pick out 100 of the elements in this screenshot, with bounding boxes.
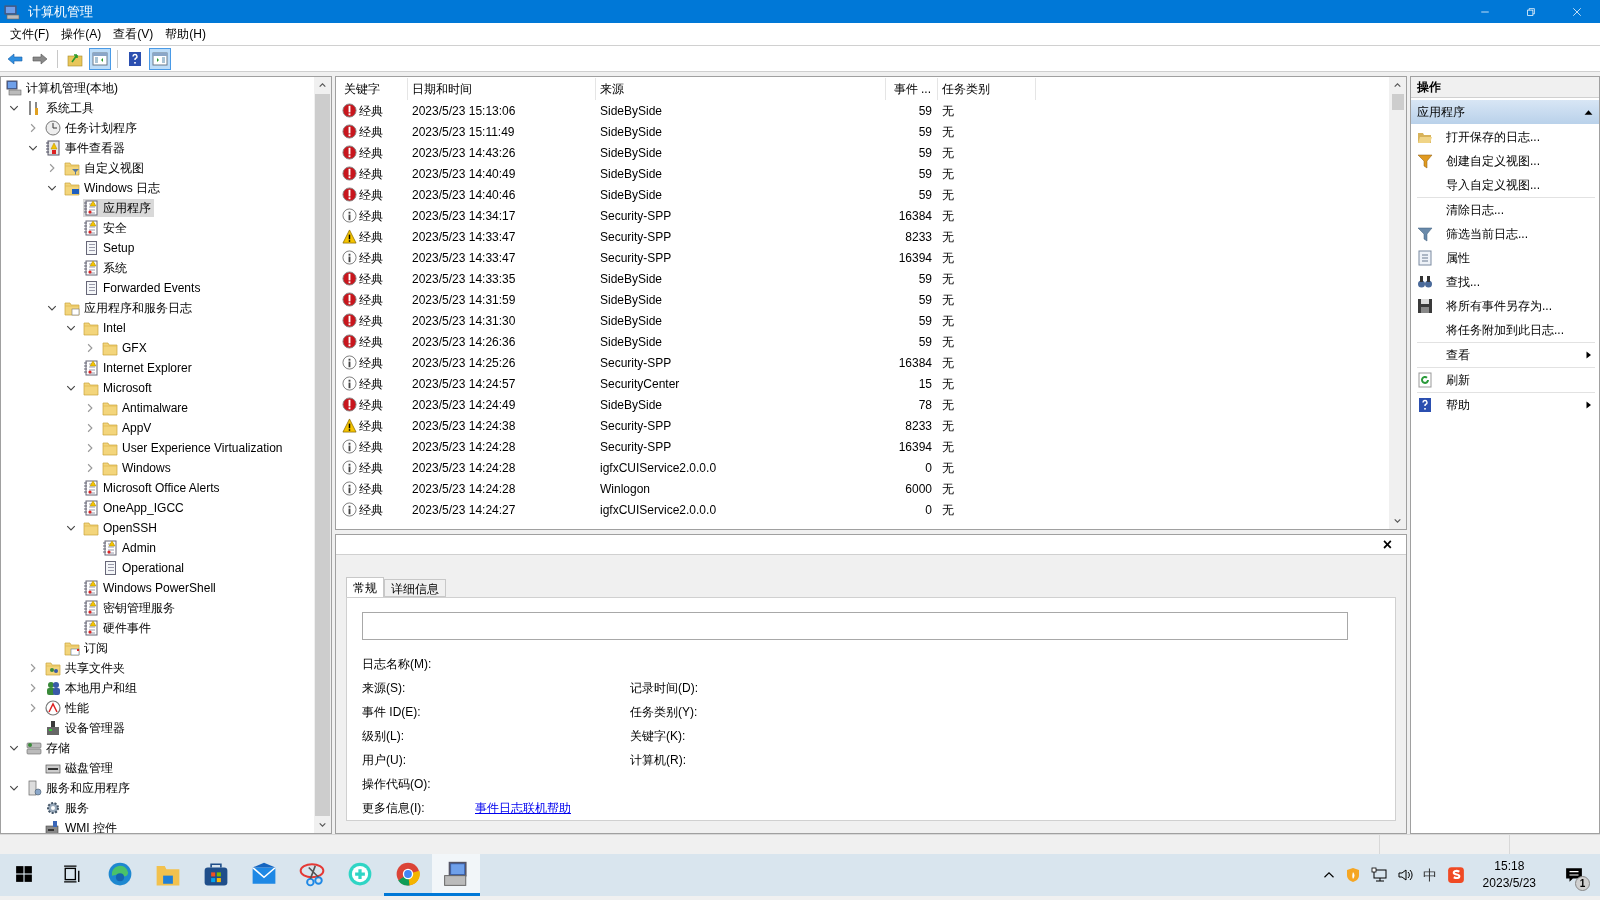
chevron-down-icon[interactable] xyxy=(66,383,76,393)
tab[interactable]: 常规 xyxy=(346,577,384,598)
chevron-right-icon[interactable] xyxy=(28,683,38,693)
tree-item[interactable]: 共享文件夹 xyxy=(45,659,128,677)
tree-item[interactable]: 应用程序和服务日志 xyxy=(64,299,195,317)
notification-button[interactable]: 1 xyxy=(1554,855,1594,895)
scrollbar[interactable] xyxy=(1389,77,1406,529)
column-header[interactable]: 事件 ... xyxy=(886,78,938,100)
tree-item[interactable]: 密钥管理服务 xyxy=(83,599,178,617)
tree-item[interactable]: 服务 xyxy=(45,799,92,817)
tree-item[interactable]: 计算机管理(本地) xyxy=(6,79,121,97)
tree-item[interactable]: Windows xyxy=(102,459,174,477)
network-icon[interactable] xyxy=(1370,867,1387,883)
input-method-icon[interactable] xyxy=(1446,866,1465,884)
tree-item[interactable]: 系统 xyxy=(83,259,130,277)
ime-indicator[interactable]: 中 xyxy=(1422,864,1437,886)
taskbar-button[interactable] xyxy=(432,854,480,896)
chevron-right-icon[interactable] xyxy=(47,163,57,173)
section-header[interactable]: 应用程序 xyxy=(1411,100,1599,124)
tree-item[interactable]: 磁盘管理 xyxy=(45,759,116,777)
tree-item[interactable]: Operational xyxy=(102,559,188,577)
chevron-down-icon[interactable] xyxy=(9,743,19,753)
menu-item[interactable]: 操作(A) xyxy=(55,24,108,44)
action-item[interactable]: 属性 xyxy=(1411,246,1599,270)
device-icon xyxy=(45,720,61,736)
column-header[interactable]: 来源 xyxy=(596,78,886,100)
action-item[interactable]: 打开保存的日志... xyxy=(1411,125,1599,149)
tree-item[interactable]: WMI 控件 xyxy=(45,819,120,833)
chevron-down-icon[interactable] xyxy=(9,103,19,113)
tree-item[interactable]: 系统工具 xyxy=(26,99,97,117)
tree-item[interactable]: 应用程序 xyxy=(83,199,154,217)
chevron-down-icon[interactable] xyxy=(9,783,19,793)
tree-item[interactable]: Forwarded Events xyxy=(83,279,204,297)
volume-icon[interactable] xyxy=(1396,867,1413,883)
table-cell-text: 59 xyxy=(917,312,933,330)
column-header[interactable]: 日期和时间 xyxy=(408,78,596,100)
tree-item[interactable]: Antimalware xyxy=(102,399,192,417)
tree-item[interactable]: Internet Explorer xyxy=(83,359,195,377)
chevron-right-icon[interactable] xyxy=(28,703,38,713)
scrollbar-thumb[interactable] xyxy=(315,94,330,816)
clock[interactable]: 15:18 2023/5/23 xyxy=(1474,858,1544,892)
action-item[interactable]: 将所有事件另存为... xyxy=(1411,294,1599,318)
tree-item[interactable]: 性能 xyxy=(45,699,92,717)
menu-item[interactable]: 文件(F) xyxy=(4,24,56,44)
tree-item[interactable]: Intel xyxy=(83,319,129,337)
tree-item[interactable]: 硬件事件 xyxy=(83,619,154,637)
tree-item[interactable]: 安全 xyxy=(83,219,130,237)
action-item[interactable]: 将任务附加到此日志... xyxy=(1411,318,1599,342)
gear-icon xyxy=(45,800,61,816)
tree-item[interactable]: Setup xyxy=(83,239,138,257)
action-item[interactable]: 筛选当前日志... xyxy=(1411,222,1599,246)
chevron-right-icon[interactable] xyxy=(85,463,95,473)
chevron-right-icon[interactable] xyxy=(85,443,95,453)
menu-item[interactable]: 帮助(H) xyxy=(159,24,212,44)
action-item[interactable]: 查看 xyxy=(1411,343,1599,367)
tree-item[interactable]: Admin xyxy=(102,539,159,557)
column-header[interactable]: 关键字 xyxy=(340,78,408,100)
action-item[interactable]: 查找... xyxy=(1411,270,1599,294)
panel-icon xyxy=(92,50,108,67)
chevron-down-icon[interactable] xyxy=(47,303,57,313)
tree-item[interactable]: Microsoft xyxy=(83,379,155,397)
tree-item[interactable]: Windows PowerShell xyxy=(83,579,219,597)
scrollbar[interactable] xyxy=(314,77,331,833)
chevron-right-icon[interactable] xyxy=(85,423,95,433)
chevron-down-icon[interactable] xyxy=(66,523,76,533)
tree-item[interactable]: 存储 xyxy=(26,739,73,757)
chevron-down-icon[interactable] xyxy=(47,183,57,193)
tree-item[interactable]: 事件查看器 xyxy=(45,139,128,157)
help-link[interactable]: 事件日志联机帮助 xyxy=(475,796,571,820)
tree-item[interactable]: OpenSSH xyxy=(83,519,161,537)
menu-item[interactable]: 查看(V) xyxy=(107,24,160,44)
tree-item[interactable]: GFX xyxy=(102,339,150,357)
scrollbar-thumb[interactable] xyxy=(1391,94,1404,110)
tree-item[interactable]: 任务计划程序 xyxy=(45,119,140,137)
tree-item[interactable]: 服务和应用程序 xyxy=(26,779,133,797)
action-item[interactable]: 帮助 xyxy=(1411,393,1599,417)
tree-item-label: Internet Explorer xyxy=(103,360,192,376)
action-item[interactable]: 导入自定义视图... xyxy=(1411,173,1599,197)
tree-item[interactable]: OneApp_IGCC xyxy=(83,499,187,517)
chevron-down-icon[interactable] xyxy=(28,143,38,153)
tree-item[interactable]: Microsoft Office Alerts xyxy=(83,479,223,497)
chevron-right-icon[interactable] xyxy=(85,403,95,413)
collapse-arrow-icon[interactable] xyxy=(1584,107,1593,117)
action-item[interactable]: 清除日志... xyxy=(1411,198,1599,222)
close-button[interactable]: × xyxy=(1382,536,1392,553)
tree-item[interactable]: 本地用户和组 xyxy=(45,679,140,697)
tree-item[interactable]: 设备管理器 xyxy=(45,719,128,737)
tree-item[interactable]: 订阅 xyxy=(64,639,111,657)
chevron-down-icon[interactable] xyxy=(66,323,76,333)
tree-item[interactable]: User Experience Virtualization xyxy=(102,439,286,457)
chevron-right-icon[interactable] xyxy=(28,663,38,673)
column-header[interactable]: 任务类别 xyxy=(938,78,1036,100)
action-item[interactable]: 刷新 xyxy=(1411,368,1599,392)
chevron-right-icon[interactable] xyxy=(85,343,95,353)
action-item[interactable]: 创建自定义视图... xyxy=(1411,149,1599,173)
tab[interactable]: 详细信息 xyxy=(384,579,446,597)
tree-item[interactable]: Windows 日志 xyxy=(64,179,163,197)
tree-item[interactable]: AppV xyxy=(102,419,155,437)
chevron-right-icon[interactable] xyxy=(28,123,38,133)
tree-item[interactable]: 自定义视图 xyxy=(64,159,147,177)
